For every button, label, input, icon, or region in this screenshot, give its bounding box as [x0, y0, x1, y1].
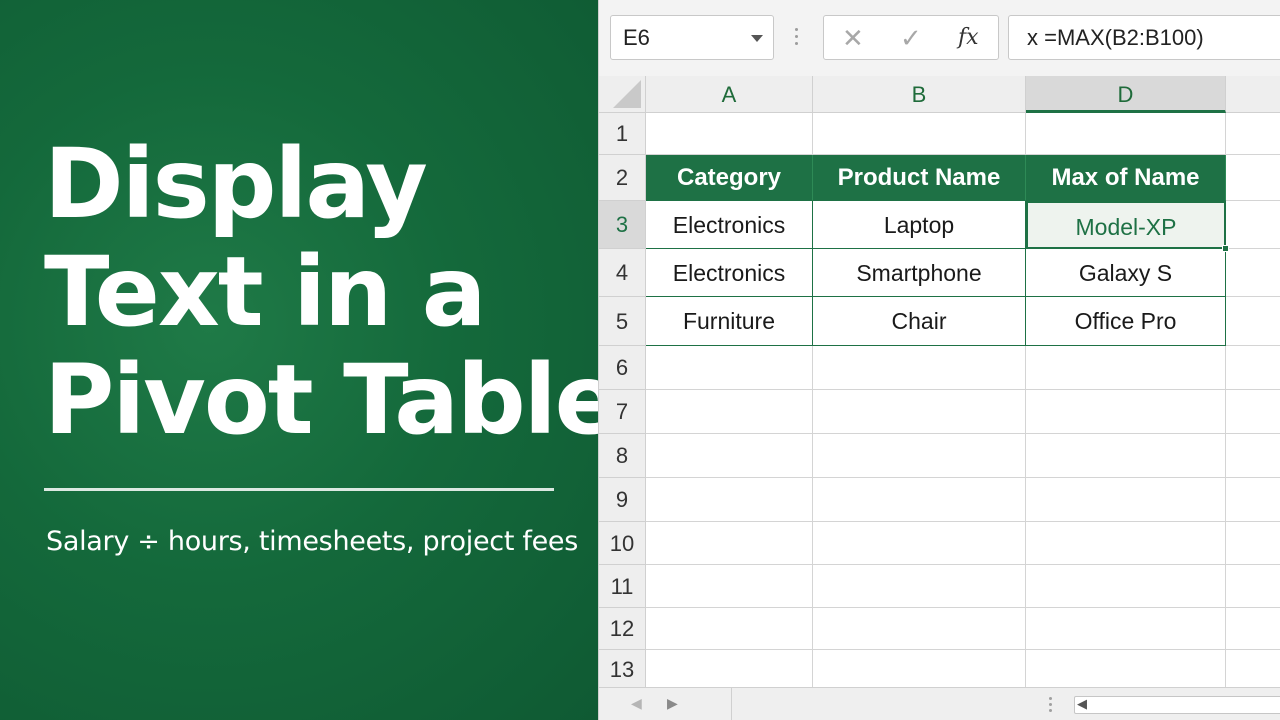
empty-cell[interactable] — [1226, 297, 1280, 346]
name-box-value: E6 — [623, 25, 650, 50]
empty-cell[interactable] — [813, 113, 1026, 155]
headline: Display Text in a Pivot Table — [44, 128, 620, 456]
more-options-icon[interactable] — [795, 28, 799, 48]
empty-cell[interactable] — [646, 113, 813, 155]
pivot-data-cell[interactable]: Model-XP — [1026, 201, 1226, 249]
divider — [44, 488, 554, 491]
pivot-data-cell[interactable]: Office Pro — [1026, 297, 1226, 346]
dropdown-arrow-icon[interactable] — [751, 35, 763, 42]
empty-cell[interactable] — [1026, 113, 1226, 155]
empty-cell[interactable] — [813, 522, 1026, 565]
cancel-icon[interactable]: ✕ — [842, 22, 864, 54]
row-header-7[interactable]: 7 — [599, 390, 646, 434]
row-header-12[interactable]: 12 — [599, 608, 646, 650]
empty-cell[interactable] — [1226, 434, 1280, 478]
empty-cell[interactable] — [646, 390, 813, 434]
column-header-b[interactable]: B — [813, 76, 1026, 113]
pivot-header-cell[interactable]: Product Name — [813, 155, 1026, 201]
empty-cell[interactable] — [1026, 522, 1226, 565]
formula-controls: ✕ ✓ fx — [823, 15, 999, 60]
empty-cell[interactable] — [1226, 113, 1280, 155]
fill-handle[interactable] — [1222, 245, 1229, 252]
pivot-header-cell[interactable]: Max of Name — [1026, 155, 1226, 201]
row-header-8[interactable]: 8 — [599, 434, 646, 478]
row-header-5[interactable]: 5 — [599, 297, 646, 346]
empty-cell[interactable] — [646, 650, 813, 690]
empty-cell[interactable] — [1026, 565, 1226, 608]
headline-line-3: Pivot Table — [44, 344, 620, 456]
empty-cell[interactable] — [1226, 201, 1280, 249]
row-header-13[interactable]: 13 — [599, 650, 646, 690]
empty-cell[interactable] — [1226, 249, 1280, 297]
empty-cell[interactable] — [1226, 522, 1280, 565]
empty-cell[interactable] — [813, 650, 1026, 690]
select-all-icon — [613, 80, 641, 108]
empty-cell[interactable] — [1026, 390, 1226, 434]
pivot-data-cell[interactable]: Electronics — [646, 201, 813, 249]
name-box[interactable]: E6 — [610, 15, 774, 60]
sheet-navigation-bar: ◀ ▶ ◀ — [599, 687, 1280, 720]
empty-cell[interactable] — [813, 434, 1026, 478]
pivot-data-cell[interactable]: Galaxy S — [1026, 249, 1226, 297]
empty-cell[interactable] — [1226, 608, 1280, 650]
pivot-data-cell[interactable]: Chair — [813, 297, 1026, 346]
row-header-9[interactable]: 9 — [599, 478, 646, 522]
scroll-left-icon[interactable]: ◀ — [1077, 696, 1087, 712]
empty-cell[interactable] — [813, 478, 1026, 522]
empty-cell[interactable] — [646, 434, 813, 478]
title-banner: Display Text in a Pivot Table Salary ÷ h… — [0, 0, 620, 720]
pivot-data-cell[interactable]: Laptop — [813, 201, 1026, 249]
empty-cell[interactable] — [1226, 565, 1280, 608]
row-header-1[interactable]: 1 — [599, 113, 646, 155]
formula-bar[interactable]: x =MAX(B2:B100) — [1008, 15, 1280, 60]
scroll-split-handle[interactable] — [1049, 697, 1052, 715]
empty-cell[interactable] — [1026, 346, 1226, 390]
pivot-data-cell[interactable]: Furniture — [646, 297, 813, 346]
empty-cell[interactable] — [1226, 390, 1280, 434]
empty-cell[interactable] — [1226, 650, 1280, 690]
subtitle: Salary ÷ hours, timesheets, project fees — [46, 526, 578, 557]
empty-cell[interactable] — [1226, 346, 1280, 390]
empty-cell[interactable] — [646, 478, 813, 522]
column-header-a[interactable]: A — [646, 76, 813, 113]
empty-cell[interactable] — [1226, 478, 1280, 522]
prev-sheet-icon[interactable]: ◀ — [631, 695, 642, 712]
empty-cell[interactable] — [813, 608, 1026, 650]
pivot-data-cell[interactable]: Electronics — [646, 249, 813, 297]
empty-cell[interactable] — [646, 565, 813, 608]
pivot-data-cell[interactable]: Smartphone — [813, 249, 1026, 297]
horizontal-scrollbar[interactable]: ◀ — [1074, 696, 1280, 714]
column-header-d[interactable]: D — [1026, 76, 1226, 113]
headline-line-1: Display — [44, 128, 428, 240]
empty-cell[interactable] — [813, 565, 1026, 608]
empty-cell[interactable] — [646, 346, 813, 390]
empty-cell[interactable] — [813, 390, 1026, 434]
row-header-6[interactable]: 6 — [599, 346, 646, 390]
column-header-next[interactable] — [1226, 76, 1280, 113]
row-header-10[interactable]: 10 — [599, 522, 646, 565]
empty-cell[interactable] — [1026, 434, 1226, 478]
headline-line-2: Text in a — [44, 236, 487, 348]
pivot-header-cell[interactable]: Category — [646, 155, 813, 201]
spreadsheet-window: E6 ✕ ✓ fx x =MAX(B2:B100) A B D 1 2 Catego… — [598, 0, 1280, 720]
empty-cell[interactable] — [813, 346, 1026, 390]
empty-cell[interactable] — [646, 608, 813, 650]
function-icon[interactable]: fx — [958, 22, 979, 54]
sheet-tab-separator — [731, 688, 732, 720]
empty-cell[interactable] — [1026, 650, 1226, 690]
empty-cell[interactable] — [1026, 608, 1226, 650]
row-header-11[interactable]: 11 — [599, 565, 646, 608]
next-sheet-icon[interactable]: ▶ — [667, 695, 678, 712]
row-header-4[interactable]: 4 — [599, 249, 646, 297]
empty-cell[interactable] — [1226, 155, 1280, 201]
checkmark-icon[interactable]: ✓ — [900, 22, 922, 54]
empty-cell[interactable] — [1026, 478, 1226, 522]
empty-cell[interactable] — [646, 522, 813, 565]
row-header-3[interactable]: 3 — [599, 201, 646, 249]
select-all-corner[interactable] — [599, 76, 646, 113]
row-header-2[interactable]: 2 — [599, 155, 646, 201]
